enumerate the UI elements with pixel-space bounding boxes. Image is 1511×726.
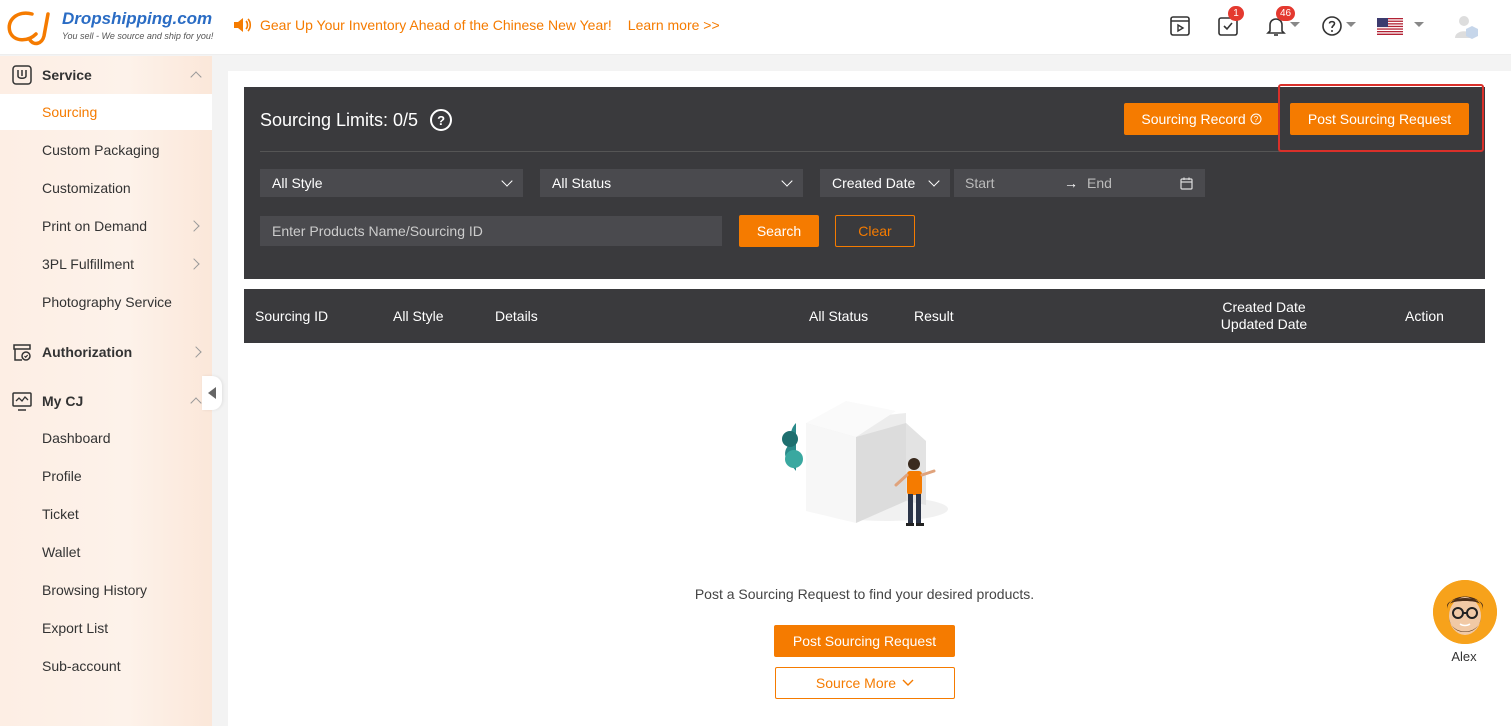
sourcing-record-button[interactable]: Sourcing Record ? xyxy=(1124,103,1279,135)
service-icon xyxy=(12,65,32,85)
cj-logo-icon xyxy=(7,11,50,46)
logo-name: Dropshipping.com xyxy=(62,9,213,28)
style-select[interactable]: All Style xyxy=(260,169,523,197)
post-sourcing-request-button[interactable]: Post Sourcing Request xyxy=(774,625,955,657)
chevron-right-icon xyxy=(188,258,200,270)
agent-avatar[interactable] xyxy=(1433,580,1497,644)
style-select-value: All Style xyxy=(272,175,323,191)
column-all-status[interactable]: All Status xyxy=(809,308,868,324)
svg-text:?: ? xyxy=(1253,115,1258,124)
sourcing-limits: Sourcing Limits: 0/5 ? xyxy=(260,109,453,131)
top-header: Dropshipping.com You sell - We source an… xyxy=(0,0,1511,55)
sidebar-item-browsing-history[interactable]: Browsing History xyxy=(0,572,212,608)
date-type-value: Created Date xyxy=(832,175,916,191)
sidebar-section-label: Authorization xyxy=(42,344,133,360)
sidebar-item-sourcing[interactable]: Sourcing xyxy=(0,94,212,130)
sidebar-item-print-on-demand[interactable]: Print on Demand xyxy=(0,208,212,244)
sidebar-item-label: 3PL Fulfillment xyxy=(42,256,135,272)
chevron-right-icon xyxy=(190,346,202,358)
avatar[interactable] xyxy=(1452,12,1480,40)
sidebar-item-ticket[interactable]: Ticket xyxy=(0,496,212,532)
sidebar-item-wallet[interactable]: Wallet xyxy=(0,534,212,570)
end-date-input[interactable]: End xyxy=(1087,175,1112,191)
sidebar-item-dashboard[interactable]: Dashboard xyxy=(0,420,212,456)
us-flag-icon[interactable] xyxy=(1376,12,1404,40)
column-all-style[interactable]: All Style xyxy=(393,308,444,324)
sidebar-collapse-toggle[interactable] xyxy=(202,376,222,410)
chevron-down-icon[interactable] xyxy=(1346,22,1356,27)
sidebar-item-export-list[interactable]: Export List xyxy=(0,610,212,646)
date-type-select[interactable]: Created Date xyxy=(820,169,950,197)
chevron-up-icon xyxy=(190,71,202,83)
agent-name: Alex xyxy=(1451,649,1477,664)
search-button[interactable]: Search xyxy=(739,215,819,247)
bell-icon[interactable]: 46 xyxy=(1262,6,1296,40)
clear-button[interactable]: Clear xyxy=(835,215,915,247)
logo-tagline: You sell - We source and ship for you! xyxy=(62,31,214,41)
highlight-box xyxy=(1278,84,1484,152)
tasks-badge: 1 xyxy=(1228,6,1244,21)
sidebar-item-3pl-fulfillment[interactable]: 3PL Fulfillment xyxy=(0,246,212,282)
search-input[interactable] xyxy=(260,216,722,246)
date-range-picker[interactable]: Start → End xyxy=(954,169,1205,197)
sidebar: Service Sourcing Custom Packaging Custom… xyxy=(0,56,212,726)
sidebar-item-label: Print on Demand xyxy=(42,218,148,234)
status-select[interactable]: All Status xyxy=(540,169,803,197)
source-more-label: Source More xyxy=(815,675,897,691)
cj-logo[interactable]: Dropshipping.com You sell - We source an… xyxy=(4,6,213,48)
column-created-date: Created Date xyxy=(1222,299,1306,315)
sourcing-limits-text: Sourcing Limits: 0/5 xyxy=(260,109,419,130)
chat-agent-widget[interactable]: Alex xyxy=(1432,580,1498,664)
notifications-badge: 46 xyxy=(1276,6,1296,21)
source-more-button[interactable]: Source More xyxy=(775,667,955,699)
sidebar-item-customization[interactable]: Customization xyxy=(0,170,212,206)
column-action: Action xyxy=(1405,308,1444,324)
question-icon: ? xyxy=(1250,113,1262,125)
sidebar-section-label: Service xyxy=(42,67,92,83)
start-date-input[interactable]: Start xyxy=(965,175,995,191)
table-header: Sourcing ID All Style Details All Status… xyxy=(244,289,1485,343)
calendar-icon[interactable] xyxy=(1180,177,1193,190)
sidebar-section-authorization[interactable]: Authorization xyxy=(0,334,212,370)
sidebar-section-my-cj[interactable]: My CJ xyxy=(0,383,212,419)
arrow-right-icon: → xyxy=(1064,175,1078,191)
promo-text: Gear Up Your Inventory Ahead of the Chin… xyxy=(260,17,612,33)
chevron-down-icon[interactable] xyxy=(1290,22,1300,27)
empty-state-message: Post a Sourcing Request to find your des… xyxy=(694,586,1035,602)
column-result: Result xyxy=(914,308,954,324)
sidebar-item-sub-account[interactable]: Sub-account xyxy=(0,648,212,684)
chevron-down-icon xyxy=(501,175,513,187)
promo-banner: Gear Up Your Inventory Ahead of the Chin… xyxy=(232,16,720,34)
video-icon[interactable] xyxy=(1166,12,1194,40)
tasks-icon[interactable]: 1 xyxy=(1214,6,1244,40)
sidebar-item-photography-service[interactable]: Photography Service xyxy=(0,284,212,320)
sidebar-section-label: My CJ xyxy=(42,393,84,409)
chevron-right-icon xyxy=(188,220,200,232)
column-dates: Created Date Updated Date xyxy=(1214,299,1314,333)
sidebar-item-profile[interactable]: Profile xyxy=(0,458,212,494)
column-details: Details xyxy=(495,308,538,324)
chevron-up-icon xyxy=(190,397,202,409)
status-select-value: All Status xyxy=(552,175,612,191)
sidebar-section-service[interactable]: Service xyxy=(0,57,212,93)
chevron-down-icon xyxy=(781,175,793,187)
sourcing-record-label: Sourcing Record xyxy=(1141,111,1246,127)
authorization-icon xyxy=(13,344,31,361)
question-icon[interactable]: ? xyxy=(430,109,453,131)
speaker-icon xyxy=(234,18,252,32)
empty-box-illustration xyxy=(782,401,948,526)
column-sourcing-id: Sourcing ID xyxy=(255,308,329,324)
main-content: Sourcing Limits: 0/5 ? Sourcing Record ?… xyxy=(228,71,1511,726)
help-circle-icon[interactable] xyxy=(1318,12,1346,40)
chevron-down-icon xyxy=(902,679,914,686)
chevron-down-icon xyxy=(928,175,940,187)
chevron-down-icon[interactable] xyxy=(1414,22,1424,27)
monitor-icon xyxy=(12,392,32,411)
learn-more-link[interactable]: Learn more >> xyxy=(628,17,720,33)
sidebar-item-custom-packaging[interactable]: Custom Packaging xyxy=(0,132,212,168)
column-updated-date: Updated Date xyxy=(1220,316,1308,332)
